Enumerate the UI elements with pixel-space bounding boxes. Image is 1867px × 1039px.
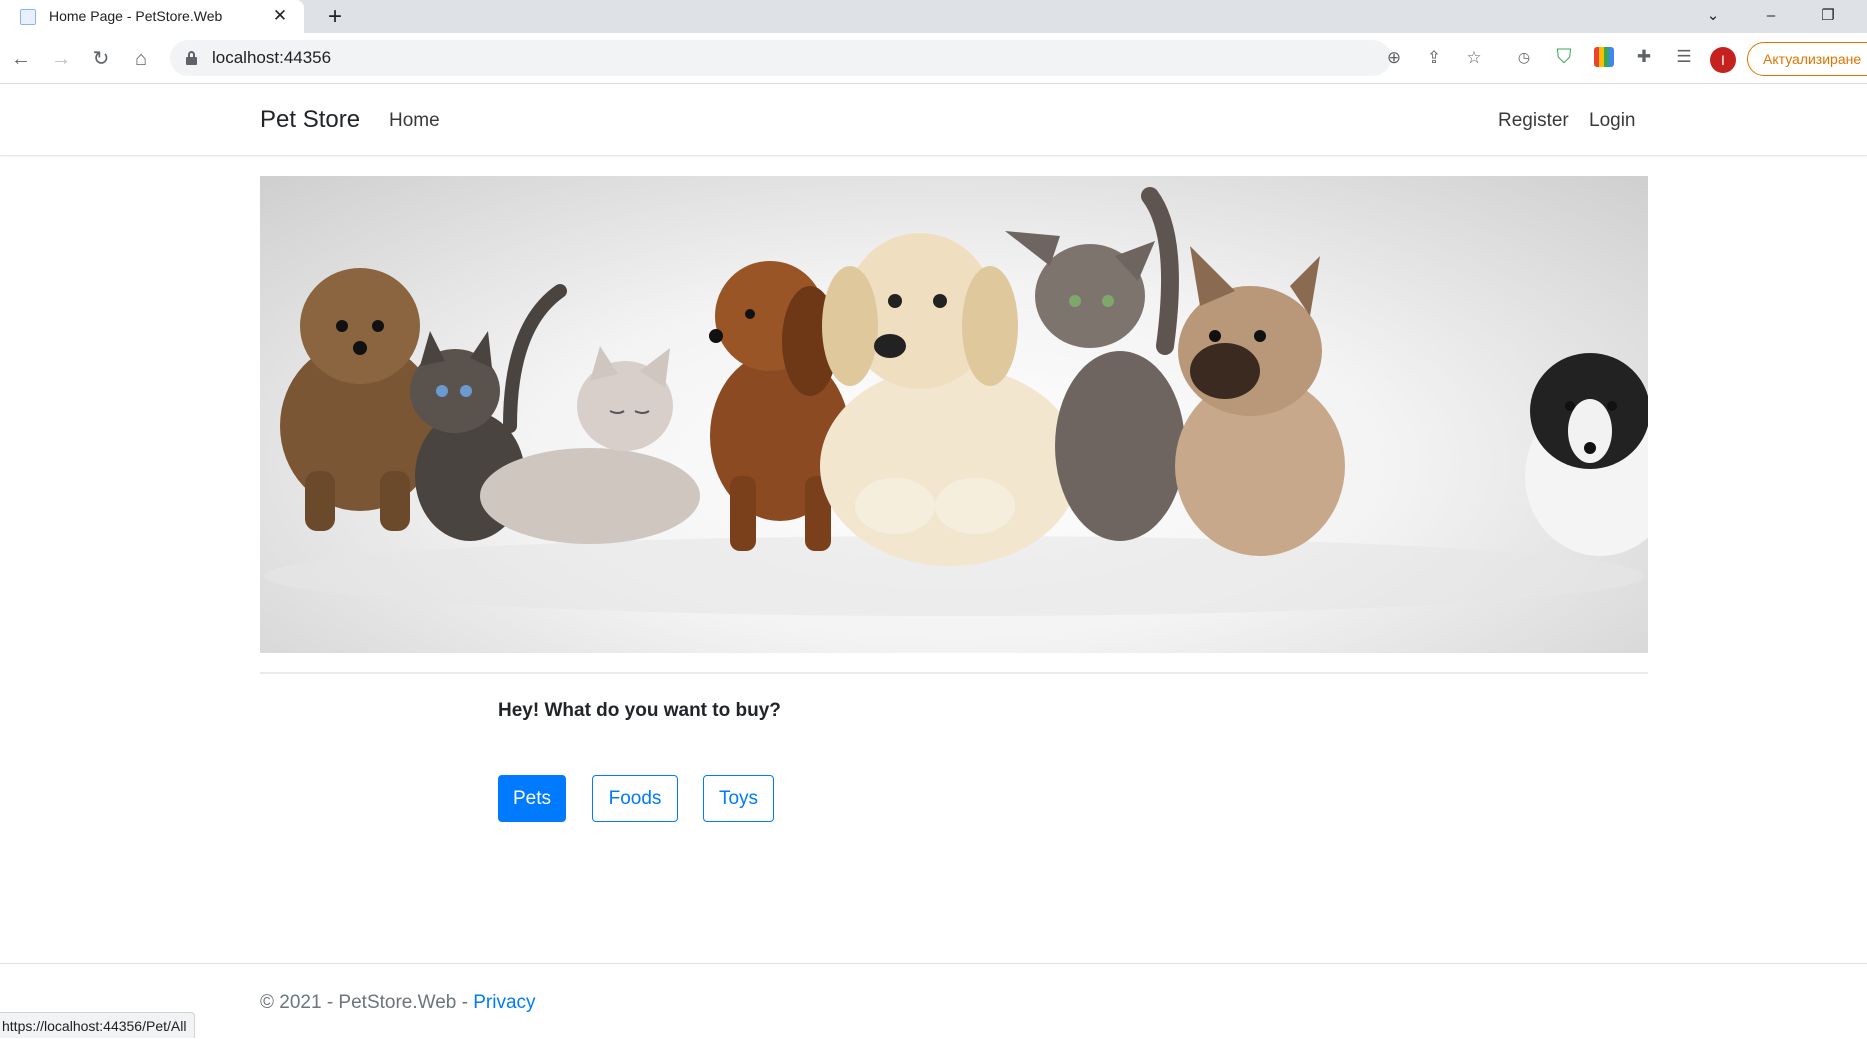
restore-icon[interactable]: ❐ xyxy=(1813,4,1843,28)
nav-home-link[interactable]: Home xyxy=(389,110,440,132)
new-tab-button[interactable]: + xyxy=(322,4,348,30)
home-icon[interactable]: ⌂ xyxy=(128,46,154,72)
footer-copyright: © 2021 - PetStore.Web - Privacy xyxy=(260,992,536,1014)
url-text[interactable]: localhost:44356 xyxy=(212,48,331,68)
copyright-text: © 2021 - PetStore.Web - xyxy=(260,992,474,1013)
update-browser-button[interactable]: Актуализиране xyxy=(1747,42,1867,76)
extension-shield-icon[interactable]: ⛉ xyxy=(1552,45,1576,69)
share-icon[interactable]: ⇪ xyxy=(1423,47,1445,69)
nav-register-link[interactable]: Register xyxy=(1498,110,1569,132)
bookmark-star-icon[interactable]: ☆ xyxy=(1463,47,1485,69)
hero-pets-image xyxy=(260,176,1648,653)
forward-icon[interactable]: → xyxy=(48,46,74,72)
address-bar[interactable]: localhost:44356 xyxy=(170,40,1391,76)
close-tab-icon[interactable]: ✕ xyxy=(270,6,290,26)
reload-icon[interactable]: ↻ xyxy=(88,46,114,72)
lock-icon[interactable] xyxy=(186,51,197,65)
minimize-icon[interactable]: – xyxy=(1756,4,1786,28)
puppy-5-illustration xyxy=(1525,353,1648,556)
site-navbar: Pet Store Home Register Login xyxy=(0,85,1867,156)
nav-login-link[interactable]: Login xyxy=(1589,110,1636,132)
reading-list-icon[interactable]: ☰ xyxy=(1672,45,1696,69)
browser-tab[interactable]: Home Page - PetStore.Web ✕ xyxy=(0,0,304,33)
tab-search-icon[interactable]: ⌄ xyxy=(1698,4,1728,28)
profile-avatar[interactable]: I xyxy=(1710,47,1736,73)
tab-title: Home Page - PetStore.Web xyxy=(49,8,223,24)
zoom-icon[interactable]: ⊕ xyxy=(1383,47,1405,69)
pets-button[interactable]: Pets xyxy=(498,775,566,822)
back-icon[interactable]: ← xyxy=(8,46,34,72)
content-divider xyxy=(260,672,1648,674)
extension-clock-icon[interactable]: ◷ xyxy=(1512,45,1536,69)
browser-toolbar: ← → ↻ ⌂ localhost:44356 ⊕ ⇪ ☆ ◷ ⛉ ✚ ☰ I … xyxy=(0,33,1867,84)
extensions-puzzle-icon[interactable]: ✚ xyxy=(1632,45,1656,69)
browser-tabstrip: Home Page - PetStore.Web ✕ + ⌄ – ❐ xyxy=(0,0,1867,33)
link-status-bar: https://localhost:44356/Pet/All xyxy=(0,1012,196,1038)
privacy-link[interactable]: Privacy xyxy=(473,992,535,1013)
puppy-4-illustration xyxy=(1175,246,1345,556)
site-footer: © 2021 - PetStore.Web - Privacy xyxy=(0,963,1867,1038)
foods-button[interactable]: Foods xyxy=(592,775,678,822)
extension-color-icon[interactable] xyxy=(1594,47,1614,67)
brand-link[interactable]: Pet Store xyxy=(260,106,360,134)
page-icon xyxy=(20,9,36,25)
buy-question-heading: Hey! What do you want to buy? xyxy=(498,700,781,721)
toys-button[interactable]: Toys xyxy=(703,775,774,822)
